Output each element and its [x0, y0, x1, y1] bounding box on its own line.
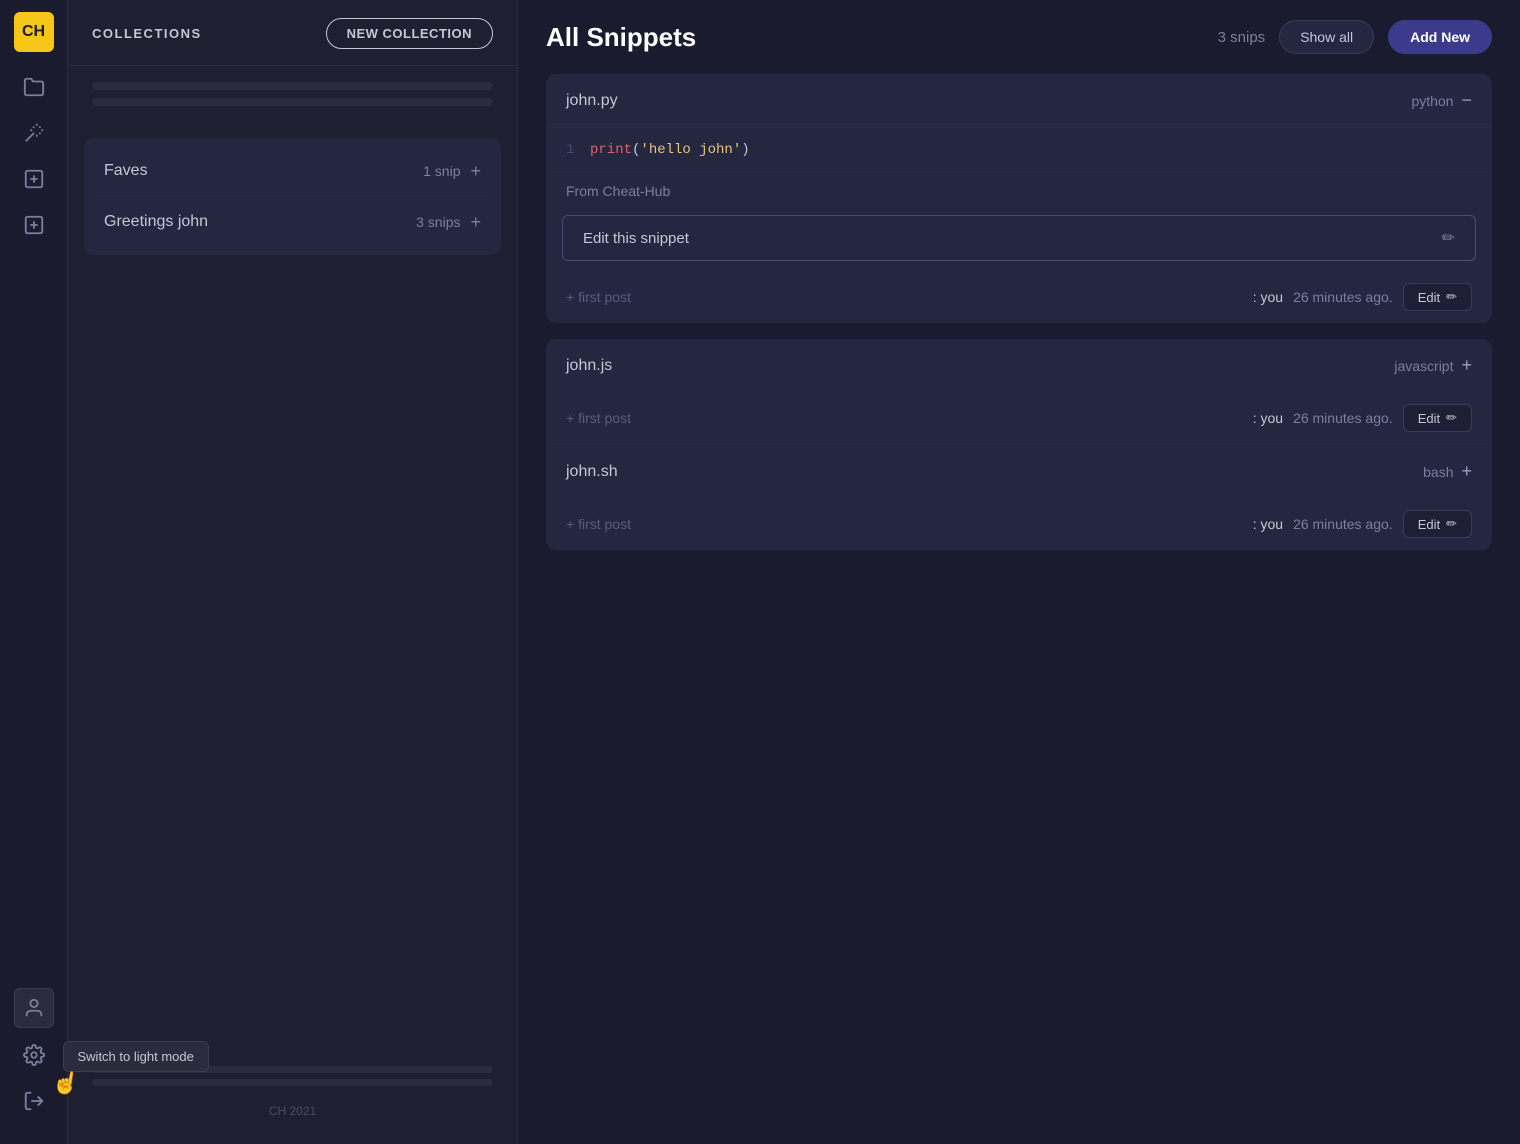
- snippet-header-johnpy: john.py python −: [546, 74, 1492, 128]
- edit-snippet-button[interactable]: Edit ✏: [1403, 283, 1472, 311]
- line-number: 1: [566, 142, 578, 158]
- first-post-link[interactable]: + first post: [566, 289, 631, 305]
- snippet-lang-area: bash +: [1423, 461, 1472, 482]
- snippet-lang-area: javascript +: [1394, 355, 1472, 376]
- new-collection-button[interactable]: NEW COLLECTION: [326, 18, 493, 49]
- user-avatar[interactable]: [14, 988, 54, 1028]
- snippet-time: 26 minutes ago.: [1293, 289, 1393, 305]
- snippet-author: : you: [1253, 516, 1283, 532]
- edit-label: Edit: [1418, 517, 1440, 532]
- snippet-filename: john.py: [566, 92, 618, 110]
- expand-snippet-icon[interactable]: +: [1461, 461, 1472, 482]
- snippet-filename: john.js: [566, 357, 612, 375]
- collection-name: Greetings john: [104, 213, 208, 231]
- snippets-panel: All Snippets 3 snips Show all Add New jo…: [518, 0, 1520, 1144]
- code-string: 'hello john': [640, 142, 741, 158]
- snippet-meta: : you 26 minutes ago. Edit ✏: [1253, 510, 1472, 538]
- footer-skeleton: [92, 1079, 493, 1086]
- snippet-lang-area: python −: [1411, 90, 1472, 111]
- add-snippet-icon[interactable]: [15, 160, 53, 198]
- collection-item-greetings[interactable]: Greetings john 3 snips +: [84, 197, 501, 247]
- snippet-lang: python: [1411, 93, 1453, 109]
- collections-panel: COLLECTIONS NEW COLLECTION Faves 1 snip …: [68, 0, 518, 1144]
- edit-label: Edit: [1418, 411, 1440, 426]
- expand-snippet-icon[interactable]: +: [1461, 355, 1472, 376]
- edit-pencil-icon: ✏: [1446, 410, 1457, 426]
- snippets-title: All Snippets: [546, 22, 696, 53]
- sidebar-bottom: Switch to light mode ☝️: [14, 988, 54, 1132]
- settings-icon[interactable]: [15, 1036, 53, 1074]
- snippet-footer: + first post : you 26 minutes ago. Edit …: [546, 271, 1492, 323]
- snippets-header: All Snippets 3 snips Show all Add New: [546, 20, 1492, 54]
- snippet-header-johnsh: john.sh bash +: [546, 445, 1492, 498]
- collapse-snippet-icon[interactable]: −: [1461, 90, 1472, 111]
- sidebar-icons: [15, 68, 53, 988]
- collections-footer: 1 CH 2021: [68, 1026, 517, 1144]
- collection-item-faves[interactable]: Faves 1 snip +: [84, 146, 501, 196]
- collection-count: 3 snips: [416, 214, 460, 230]
- snippet-footer: + first post : you 26 minutes ago. Edit …: [546, 498, 1492, 550]
- magic-wand-icon[interactable]: [15, 114, 53, 152]
- collection-right: 1 snip +: [423, 162, 481, 180]
- code-paren: ): [741, 142, 749, 158]
- edit-label: Edit: [1418, 290, 1440, 305]
- footer-copyright: CH 2021: [92, 1094, 493, 1128]
- code-keyword: print: [590, 142, 632, 158]
- add-collection-icon[interactable]: [15, 206, 53, 244]
- edit-snippet-button[interactable]: Edit ✏: [1403, 404, 1472, 432]
- snippet-lang: javascript: [1394, 358, 1453, 374]
- edit-pencil-icon: ✏: [1446, 516, 1457, 532]
- snippet-meta: : you 26 minutes ago. Edit ✏: [1253, 283, 1472, 311]
- snippet-footer: + first post : you 26 minutes ago. Edit …: [546, 392, 1492, 444]
- snippet-lang: bash: [1423, 464, 1453, 480]
- collection-name: Faves: [104, 162, 148, 180]
- logo-button[interactable]: CH: [14, 12, 54, 52]
- pencil-icon: ✏: [1442, 228, 1455, 248]
- snippet-card-johnjs: john.js javascript + + first post : you …: [546, 339, 1492, 550]
- first-post-link[interactable]: + first post: [566, 516, 631, 532]
- skeleton-line: [92, 98, 493, 106]
- snippet-author: : you: [1253, 289, 1283, 305]
- snippet-time: 26 minutes ago.: [1293, 516, 1393, 532]
- edit-snippet-row[interactable]: Edit this snippet ✏: [562, 215, 1476, 261]
- footer-skeleton-lines: [92, 1066, 493, 1086]
- snippet-card-johnpy: john.py python − 1 print('hello john') F…: [546, 74, 1492, 323]
- first-post-link[interactable]: + first post: [566, 410, 631, 426]
- snippet-header-johnjs: john.js javascript +: [546, 339, 1492, 392]
- code-block: 1 print('hello john'): [546, 128, 1492, 173]
- show-all-button[interactable]: Show all: [1279, 20, 1374, 54]
- gear-tooltip-wrapper: Switch to light mode: [15, 1036, 53, 1074]
- add-to-greetings-button[interactable]: +: [470, 213, 481, 231]
- snippet-meta: : you 26 minutes ago. Edit ✏: [1253, 404, 1472, 432]
- collections-title: COLLECTIONS: [92, 26, 202, 41]
- code-content: print('hello john'): [590, 142, 750, 158]
- footer-skeleton: [92, 1066, 493, 1073]
- icon-sidebar: CH Switch to light mode ☝️: [0, 0, 68, 1144]
- collections-header: COLLECTIONS NEW COLLECTION: [68, 0, 517, 66]
- edit-snippet-text: Edit this snippet: [583, 230, 689, 247]
- edit-pencil-icon: ✏: [1446, 289, 1457, 305]
- snips-count: 3 snips: [1218, 29, 1266, 46]
- collections-list: Faves 1 snip + Greetings john 3 snips +: [84, 138, 501, 255]
- folder-icon[interactable]: [15, 68, 53, 106]
- snippet-source: From Cheat-Hub: [546, 173, 1492, 205]
- add-new-button[interactable]: Add New: [1388, 20, 1492, 54]
- snippet-time: 26 minutes ago.: [1293, 410, 1393, 426]
- code-line: 1 print('hello john'): [566, 142, 1472, 158]
- edit-snippet-button[interactable]: Edit ✏: [1403, 510, 1472, 538]
- skeleton-line: [92, 82, 493, 90]
- collection-right: 3 snips +: [416, 213, 481, 231]
- add-to-faves-button[interactable]: +: [470, 162, 481, 180]
- skeleton-lines-top: [68, 66, 517, 114]
- logout-icon[interactable]: [15, 1082, 53, 1120]
- snippet-filename: john.sh: [566, 463, 618, 481]
- collection-count: 1 snip: [423, 163, 460, 179]
- snippets-header-right: 3 snips Show all Add New: [1218, 20, 1492, 54]
- snippet-author: : you: [1253, 410, 1283, 426]
- page-number: 1: [92, 1042, 493, 1058]
